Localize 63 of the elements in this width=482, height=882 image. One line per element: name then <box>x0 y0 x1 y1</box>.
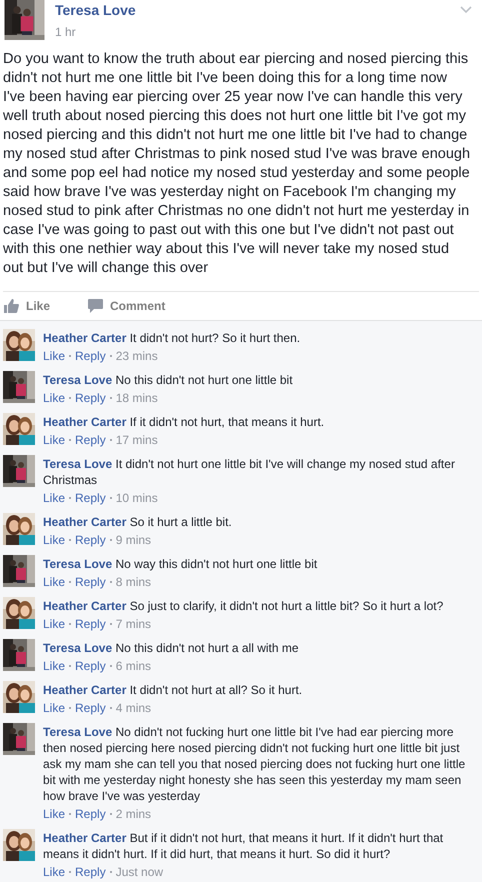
commenter-name[interactable]: Teresa Love <box>43 457 112 471</box>
comment-text: Heather Carter It didn't not hurt? So it hurt then. <box>43 330 300 346</box>
comment-text: Heather Carter But if it didn't not hurt, that means it hurt. If it didn't hurt that means it didn't hurt. If it did hurt, that means it hurt. So did it hurt? <box>43 830 444 862</box>
comment-time[interactable]: 8 mins <box>116 573 152 591</box>
comment-text: Teresa Love No way this didn't not hurt one little bit <box>43 556 318 572</box>
like-button[interactable]: Like <box>4 297 50 315</box>
reply-link[interactable]: Reply <box>75 573 106 591</box>
comment-text: Heather Carter So just to clarify, it didn't not hurt a little bit? So it hurt a lot? <box>43 598 444 614</box>
like-link[interactable]: Like <box>43 531 66 549</box>
comment-time[interactable]: 18 mins <box>116 389 158 407</box>
like-link[interactable]: Like <box>43 615 66 633</box>
commenter-name[interactable]: Heather Carter <box>43 683 126 697</box>
reply-link[interactable]: Reply <box>75 431 106 449</box>
like-link[interactable]: Like <box>43 347 66 365</box>
comment-time[interactable]: 9 mins <box>116 531 152 549</box>
thumbs-up-icon <box>4 299 19 313</box>
commenter-name[interactable]: Heather Carter <box>43 831 126 845</box>
post-time[interactable]: 1 hr <box>55 23 460 41</box>
like-link[interactable]: Like <box>43 573 66 591</box>
speech-bubble-icon <box>88 299 104 313</box>
like-link[interactable]: Like <box>43 431 66 449</box>
commenter-name[interactable]: Teresa Love <box>43 373 112 387</box>
comment-text: Teresa Love No this didn't not hurt a all with me <box>43 640 299 656</box>
like-link[interactable]: Like <box>43 863 66 881</box>
reply-link[interactable]: Reply <box>75 347 106 365</box>
reply-link[interactable]: Reply <box>75 657 106 675</box>
reply-link[interactable]: Reply <box>75 531 106 549</box>
comment-time[interactable]: 6 mins <box>116 657 152 675</box>
like-link[interactable]: Like <box>43 657 66 675</box>
commenter-name[interactable]: Heather Carter <box>43 415 126 429</box>
commenter-name[interactable]: Teresa Love <box>43 557 112 571</box>
comment-time[interactable]: 23 mins <box>116 347 158 365</box>
reply-link[interactable]: Reply <box>75 615 106 633</box>
comment-text: Heather Carter It didn't not hurt at all? So it hurt. <box>43 682 302 698</box>
comment-text: Teresa Love No didn't not fucking hurt one little bit I've had ear piercing more then nosed piercing here nosed piercing didn't not fucking hurt one little bit just ask my mam she can tell you that nosed piercing does not fucking hurt one little bit with me yesterday night honesty she has seen this yesterday my mam seen how brave I've was yesterday <box>43 724 466 804</box>
author-name[interactable]: Teresa Love <box>55 1 460 19</box>
commenter-name[interactable]: Teresa Love <box>43 725 112 739</box>
comment-text: Teresa Love No this didn't not hurt one little bit <box>43 372 293 388</box>
reply-link[interactable]: Reply <box>75 489 106 507</box>
comment-time[interactable]: Just now <box>116 863 164 881</box>
comment-time[interactable]: 4 mins <box>116 699 152 717</box>
like-link[interactable]: Like <box>43 489 66 507</box>
chevron-down-icon[interactable] <box>460 6 472 14</box>
like-link[interactable]: Like <box>43 805 66 823</box>
reply-link[interactable]: Reply <box>75 389 106 407</box>
reply-link[interactable]: Reply <box>75 699 106 717</box>
comment-text: Heather Carter If it didn't not hurt, that means it hurt. <box>43 414 324 430</box>
comment-time[interactable]: 10 mins <box>116 489 158 507</box>
reply-link[interactable]: Reply <box>75 863 106 881</box>
comment-text: Heather Carter So it hurt a little bit. <box>43 514 232 530</box>
comment-time[interactable]: 17 mins <box>116 431 158 449</box>
comment-text: Teresa Love It didn't not hurt one little bit I've will change my nosed stud after Christmas <box>43 456 456 488</box>
reply-link[interactable]: Reply <box>75 805 106 823</box>
commenter-name[interactable]: Teresa Love <box>43 641 112 655</box>
comment-button[interactable]: Comment <box>88 297 166 315</box>
commenter-name[interactable]: Heather Carter <box>43 599 126 613</box>
post-text: Do you want to know the truth about ear piercing and nosed piercing this didn't not hurt me one little bit I've been doing this for a long time now I've been having ear piercing over 25 year now I've can handle this very well truth about nosed piercing this does not hurt one little bit I've got my nosed piercing and this didn't not hurt me one little bit I've had to change my nosed stud after Christmas to pink nosed stud I've was brave enough and some pop eel had notice my nosed stud yesterday and some people said how brave I've was yesterday night on Facebook I'm changing my nosed stud to pink after Christmas no one didn't not hurt me yesterday in case I've was going to past out with this one but I've didn't not past out with this one nethier way about this I've will never take my nosed stud out but I've will change this over <box>2 50 472 278</box>
comment-time[interactable]: 2 mins <box>116 805 152 823</box>
like-link[interactable]: Like <box>43 699 66 717</box>
commenter-name[interactable]: Heather Carter <box>43 331 126 345</box>
comment-time[interactable]: 7 mins <box>116 615 152 633</box>
like-link[interactable]: Like <box>43 389 66 407</box>
commenter-name[interactable]: Heather Carter <box>43 515 126 529</box>
